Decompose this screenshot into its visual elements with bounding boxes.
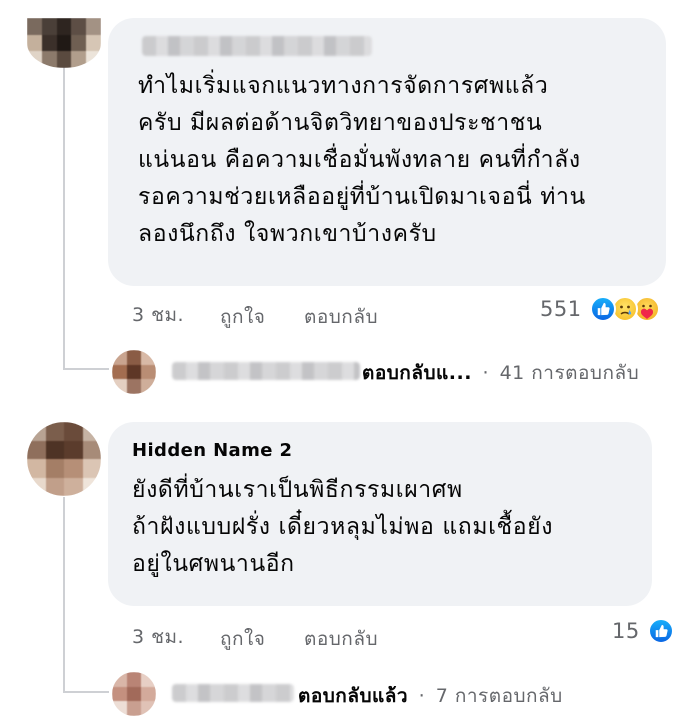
reaction-count: 551 [540, 297, 582, 321]
thread-line [63, 497, 65, 693]
comment-text: ยังดีที่บ้านเราเป็นพิธีกรรมเผาศพ ถ้าฝังแ… [132, 477, 554, 577]
reply-author-blurred [172, 362, 360, 380]
view-replies-link[interactable]: ตอบกลับแล้ว · 7 การตอบกลับ [112, 672, 692, 716]
separator-dot: · [482, 362, 490, 384]
thread-line [63, 62, 65, 370]
separator-dot: · [418, 685, 426, 707]
avatar[interactable] [27, 422, 101, 496]
reply-author-blurred [172, 684, 294, 702]
reply-count: 41 การตอบกลับ [499, 362, 640, 384]
like-button[interactable]: ถูกใจ [220, 302, 265, 332]
comment-bubble: ทำไมเริ่มแจกแนวทางการจัดการศพแล้ว ครับ ม… [108, 18, 666, 286]
avatar[interactable] [27, 18, 101, 68]
comment-time[interactable]: 3 ชม. [132, 622, 184, 652]
like-icon [590, 296, 616, 322]
comment-text: ทำไมเริ่มแจกแนวทางการจัดการศพแล้ว ครับ ม… [138, 73, 586, 247]
comment-bubble: Hidden Name 2 ยังดีที่บ้านเราเป็นพิธีกรร… [108, 422, 652, 606]
reply-button[interactable]: ตอบกลับ [304, 624, 378, 654]
like-icon [648, 618, 674, 644]
author-name-blurred[interactable] [142, 36, 372, 56]
like-button[interactable]: ถูกใจ [220, 624, 265, 654]
reply-avatar [112, 672, 156, 716]
reply-avatar [112, 350, 156, 394]
comment-time[interactable]: 3 ชม. [132, 300, 184, 330]
reaction-count: 15 [612, 619, 640, 643]
reactions-summary[interactable]: 551 [540, 294, 680, 328]
reply-button[interactable]: ตอบกลับ [304, 302, 378, 332]
comment-author[interactable]: Hidden Name 2 [132, 440, 292, 461]
reply-count: 7 การตอบกลับ [435, 685, 563, 707]
thread-line-elbow [63, 368, 109, 370]
view-replies-link[interactable]: ตอบกลับแ... · 41 การตอบกลับ [112, 350, 692, 394]
thread-line-elbow [63, 691, 109, 693]
reply-preview-label: ตอบกลับแ... [362, 362, 472, 384]
reply-preview-label: ตอบกลับแล้ว [298, 685, 409, 707]
reactions-summary[interactable]: 15 [612, 616, 684, 650]
